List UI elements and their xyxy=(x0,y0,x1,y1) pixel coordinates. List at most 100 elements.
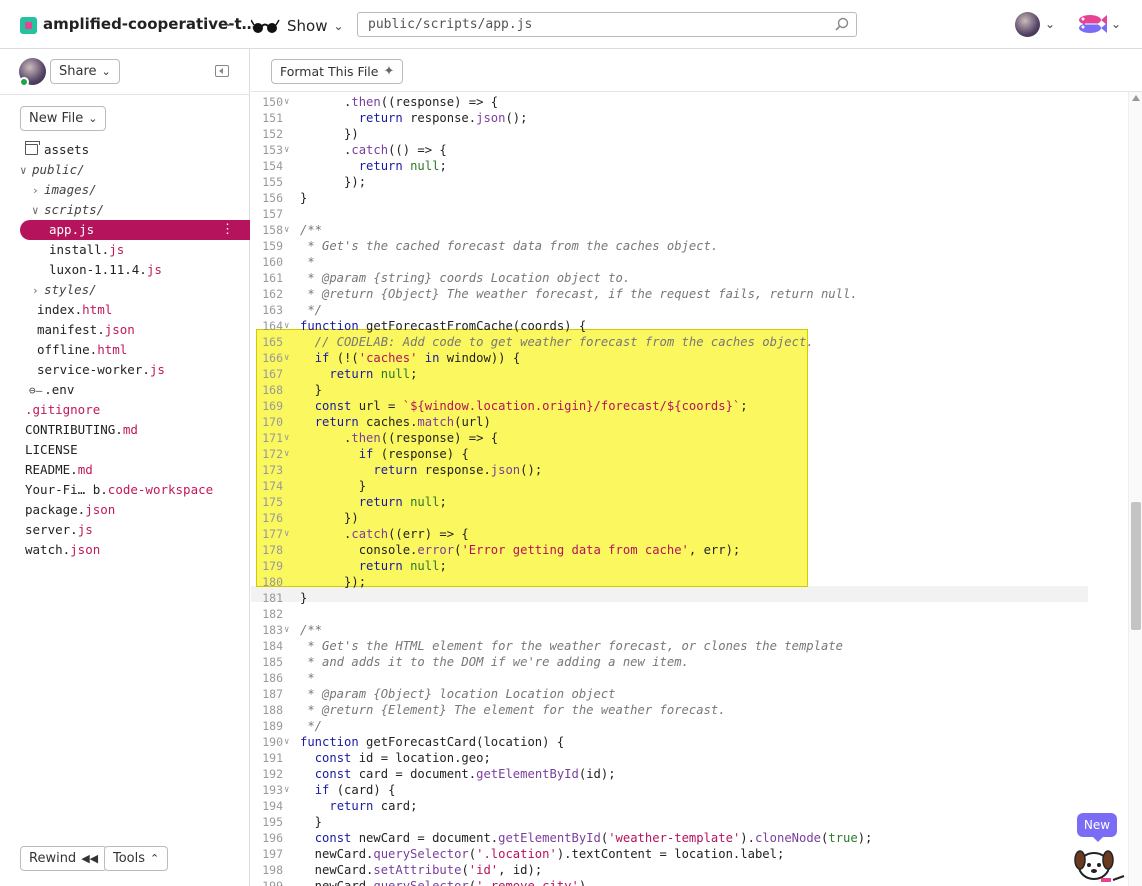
format-file-button[interactable]: Format This File ✦ xyxy=(271,59,404,84)
code-line[interactable]: 185 * and adds it to the DOM if we're ad… xyxy=(251,654,1088,670)
file-item[interactable]: server.js xyxy=(0,520,250,540)
folder-item[interactable]: › images/ xyxy=(0,180,250,200)
code-line[interactable]: 169 const url = `${window.location.origi… xyxy=(251,398,1088,414)
tools-button[interactable]: Tools ⌃ xyxy=(104,846,169,871)
file-item[interactable]: package.json xyxy=(0,500,250,520)
code-line[interactable]: 193 ∨ if (card) { xyxy=(251,782,1088,798)
code-line[interactable]: 188 * @return {Element} The element for … xyxy=(251,702,1088,718)
code-line[interactable]: 170 return caches.match(url) xyxy=(251,414,1088,430)
code-line[interactable]: 186 * xyxy=(251,670,1088,686)
fold-chevron-icon[interactable]: ∨ xyxy=(284,734,292,750)
code-line[interactable]: 182 xyxy=(251,606,1088,622)
code-line[interactable]: 197 newCard.querySelector('.location').t… xyxy=(251,846,1088,862)
file-search[interactable] xyxy=(357,12,857,37)
file-item[interactable]: CONTRIBUTING.md xyxy=(0,420,250,440)
collapse-sidebar-icon[interactable] xyxy=(215,65,229,77)
code-line[interactable]: 192 const card = document.getElementById… xyxy=(251,766,1088,782)
code-line[interactable]: 150 ∨ .then((response) => { xyxy=(251,94,1088,110)
dog-mascot-icon[interactable] xyxy=(1068,840,1126,886)
code-line[interactable]: 187 * @param {Object} location Location … xyxy=(251,686,1088,702)
code-line[interactable]: 179 return null; xyxy=(251,558,1088,574)
code-line[interactable]: 194 return card; xyxy=(251,798,1088,814)
code-line[interactable]: 173 return response.json(); xyxy=(251,462,1088,478)
code-line[interactable]: 174 } xyxy=(251,478,1088,494)
code-line[interactable]: 176 }) xyxy=(251,510,1088,526)
code-line[interactable]: 196 const newCard = document.getElementB… xyxy=(251,830,1088,846)
code-line[interactable]: 175 return null; xyxy=(251,494,1088,510)
file-item[interactable]: service-worker.js xyxy=(0,360,250,380)
show-button[interactable]: Show ⌄ xyxy=(251,14,344,38)
code-line[interactable]: 167 return null; xyxy=(251,366,1088,382)
file-item[interactable]: assets xyxy=(0,140,250,160)
chevron-down-icon[interactable]: ⌄ xyxy=(223,15,234,30)
chevron-down-icon[interactable]: ⌄ xyxy=(1045,17,1055,31)
code-line[interactable]: 162 * @return {Object} The weather forec… xyxy=(251,286,1088,302)
file-item[interactable]: manifest.json xyxy=(0,320,250,340)
file-item[interactable]: offline.html xyxy=(0,340,250,360)
rewind-button[interactable]: Rewind ◀◀ xyxy=(20,846,108,871)
folder-item[interactable]: › styles/ xyxy=(0,280,250,300)
code-line[interactable]: 152 }) xyxy=(251,126,1088,142)
code-line[interactable]: 181} xyxy=(251,590,1088,606)
code-line[interactable]: 177 ∨ .catch((err) => { xyxy=(251,526,1088,542)
code-line[interactable]: 160 * xyxy=(251,254,1088,270)
fold-chevron-icon[interactable]: ∨ xyxy=(284,318,292,334)
chevron-down-icon[interactable]: ⌄ xyxy=(1111,17,1121,31)
code-line[interactable]: 191 const id = location.geo; xyxy=(251,750,1088,766)
folder-item[interactable]: ∨ scripts/ xyxy=(0,200,250,220)
fold-chevron-icon[interactable]: ∨ xyxy=(284,142,292,158)
file-item[interactable]: README.md xyxy=(0,460,250,480)
fold-chevron-icon[interactable]: ∨ xyxy=(284,782,292,798)
file-search-input[interactable] xyxy=(358,13,828,36)
scrollbar-thumb[interactable] xyxy=(1131,502,1141,630)
code-line[interactable]: 158 ∨ /** xyxy=(251,222,1088,238)
fold-chevron-icon[interactable]: ∨ xyxy=(284,222,292,238)
code-line[interactable]: 161 * @param {string} coords Location ob… xyxy=(251,270,1088,286)
code-line[interactable]: 165 // CODELAB: Add code to get weather … xyxy=(251,334,1088,350)
code-line[interactable]: 154 return null; xyxy=(251,158,1088,174)
code-line[interactable]: 190 ∨ function getForecastCard(location) { xyxy=(251,734,1088,750)
code-line[interactable]: 168 } xyxy=(251,382,1088,398)
code-line[interactable]: 153 ∨ .catch(() => { xyxy=(251,142,1088,158)
file-item[interactable]: ⊖— .env xyxy=(0,380,250,400)
file-item[interactable]: install.js xyxy=(0,240,250,260)
file-item[interactable]: index.html xyxy=(0,300,250,320)
code-line[interactable]: 183 ∨ /** xyxy=(251,622,1088,638)
code-line[interactable]: 156} xyxy=(251,190,1088,206)
code-line[interactable]: 199 newCard.querySelector('.remove-city'… xyxy=(251,878,1088,886)
share-button[interactable]: Share ⌄ xyxy=(50,59,120,84)
vertical-scrollbar[interactable] xyxy=(1128,92,1142,886)
user-avatar[interactable] xyxy=(1015,12,1040,37)
file-item[interactable]: .gitignore xyxy=(0,400,250,420)
fish-logo[interactable] xyxy=(1075,12,1107,36)
file-item[interactable]: app.js ⋮ xyxy=(20,220,250,240)
code-line[interactable]: 172 ∨ if (response) { xyxy=(251,446,1088,462)
scroll-up-arrow-icon[interactable] xyxy=(1132,95,1140,101)
fold-chevron-icon[interactable]: ∨ xyxy=(284,350,292,366)
project-icon[interactable] xyxy=(20,17,37,34)
fold-chevron-icon[interactable]: ∨ xyxy=(284,622,292,638)
new-badge[interactable]: New xyxy=(1077,813,1117,842)
code-line[interactable]: 155 }); xyxy=(251,174,1088,190)
code-line[interactable]: 180 }); xyxy=(251,574,1088,590)
fold-chevron-icon[interactable]: ∨ xyxy=(284,94,292,110)
code-line[interactable]: 198 newCard.setAttribute('id', id); xyxy=(251,862,1088,878)
code-line[interactable]: 166 ∨ if (!('caches' in window)) { xyxy=(251,350,1088,366)
code-line[interactable]: 178 console.error('Error getting data fr… xyxy=(251,542,1088,558)
more-options-icon[interactable]: ⋮ xyxy=(221,220,234,240)
file-item[interactable]: luxon-1.11.4.js xyxy=(0,260,250,280)
code-area[interactable]: 150 ∨ .then((response) => {151 return res… xyxy=(251,92,1128,886)
file-item[interactable]: Your-Fi… b.code-workspace xyxy=(0,480,250,500)
fold-chevron-icon[interactable]: ∨ xyxy=(284,526,292,542)
fold-chevron-icon[interactable]: ∨ xyxy=(284,446,292,462)
file-item[interactable]: watch.json xyxy=(0,540,250,560)
file-item[interactable]: LICENSE xyxy=(0,440,250,460)
folder-item[interactable]: ∨ public/ xyxy=(0,160,250,180)
code-line[interactable]: 195 } xyxy=(251,814,1088,830)
code-line[interactable]: 157 xyxy=(251,206,1088,222)
search-icon[interactable] xyxy=(835,17,849,31)
new-file-button[interactable]: New File ⌄ xyxy=(20,106,107,131)
code-line[interactable]: 171 ∨ .then((response) => { xyxy=(251,430,1088,446)
code-line[interactable]: 164 ∨ function getForecastFromCache(coords… xyxy=(251,318,1088,334)
code-line[interactable]: 189 */ xyxy=(251,718,1088,734)
